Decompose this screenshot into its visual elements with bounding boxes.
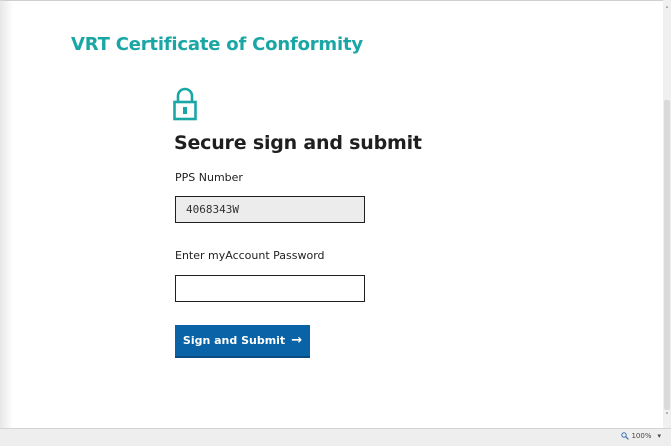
arrow-right-icon: → — [291, 333, 303, 348]
scroll-thumb[interactable] — [664, 100, 670, 410]
submit-button-label: Sign and Submit — [182, 334, 286, 347]
vertical-scrollbar[interactable]: ˄ ˅ — [663, 0, 671, 428]
pps-number-field[interactable] — [175, 196, 365, 223]
zoom-level: 100% — [631, 432, 652, 440]
browser-viewport: VRT Certificate of Conformity Secure sig… — [0, 0, 664, 429]
lock-icon — [173, 87, 197, 121]
status-bar: 100% ▾ — [0, 428, 671, 446]
password-field[interactable] — [175, 275, 365, 302]
page-edge-shadow — [1, 1, 13, 429]
password-label: Enter myAccount Password — [175, 249, 325, 262]
sign-and-submit-button[interactable]: Sign and Submit → — [175, 325, 310, 358]
zoom-dropdown-icon[interactable]: ▾ — [657, 432, 661, 440]
scroll-down-icon[interactable]: ˅ — [663, 412, 671, 420]
page-heading: Secure sign and submit — [174, 132, 422, 154]
scroll-up-icon[interactable]: ˄ — [663, 6, 671, 14]
magnifier-icon — [621, 432, 630, 440]
zoom-control[interactable]: 100% ▾ — [621, 432, 661, 440]
pps-number-label: PPS Number — [175, 171, 243, 184]
app-title: VRT Certificate of Conformity — [71, 34, 363, 55]
